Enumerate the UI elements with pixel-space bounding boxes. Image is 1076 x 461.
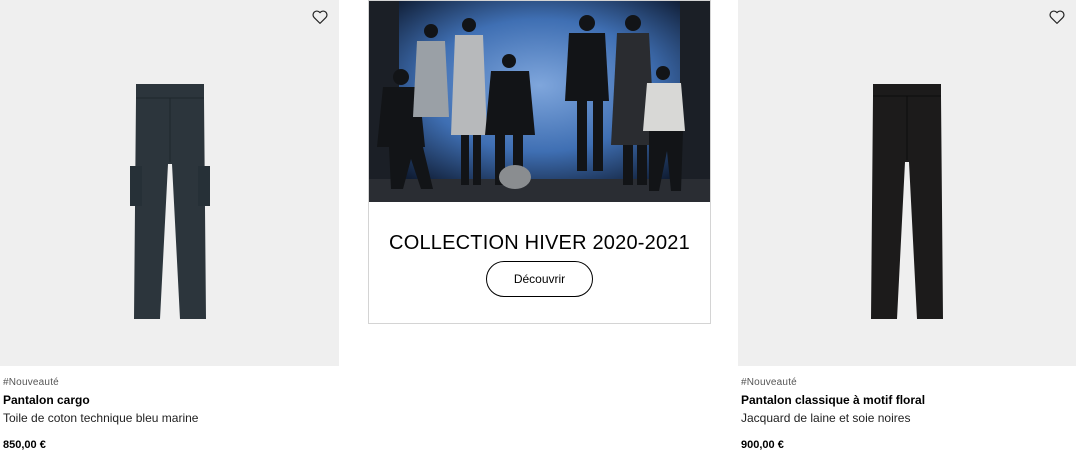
classic-pants-image <box>871 84 943 319</box>
promo-title: COLLECTION HIVER 2020-2021 <box>389 232 690 254</box>
heart-icon[interactable] <box>311 8 329 26</box>
product-price: 900,00 € <box>741 439 784 451</box>
product-price: 850,00 € <box>3 439 46 451</box>
product-name[interactable]: Pantalon cargo <box>3 393 339 407</box>
collection-promo-card[interactable]: COLLECTION HIVER 2020-2021 Découvrir <box>368 0 711 324</box>
heart-icon[interactable] <box>1048 8 1066 26</box>
product-card-classic[interactable]: #Nouveauté Pantalon classique à motif fl… <box>738 0 1076 451</box>
cargo-pants-image <box>129 84 210 319</box>
product-tag: #Nouveauté <box>741 377 797 388</box>
discover-button[interactable]: Découvrir <box>486 261 593 297</box>
product-name[interactable]: Pantalon classique à motif floral <box>741 393 1076 407</box>
product-tag: #Nouveauté <box>3 377 59 388</box>
product-description: Toile de coton technique bleu marine <box>3 411 199 425</box>
product-image-container[interactable] <box>0 0 339 366</box>
product-image-container[interactable] <box>738 0 1076 366</box>
product-description: Jacquard de laine et soie noires <box>741 411 911 425</box>
collection-campaign-image <box>369 1 710 202</box>
product-card-cargo[interactable]: #Nouveauté Pantalon cargo Toile de coton… <box>0 0 339 451</box>
